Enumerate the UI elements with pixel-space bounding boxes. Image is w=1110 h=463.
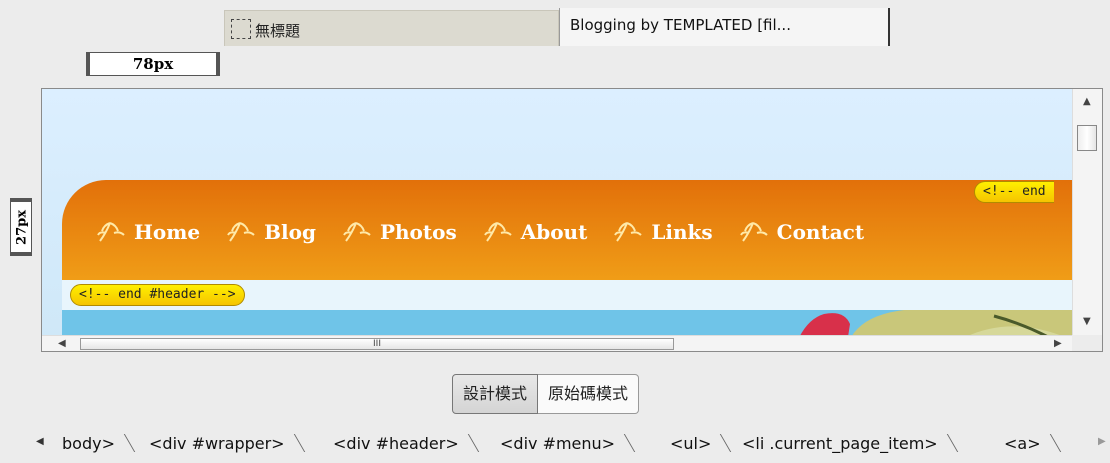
- tag-selector-bar: ◀ body> <div #wrapper> <div #header> <di…: [0, 424, 1110, 463]
- horizontal-scrollbar[interactable]: ◀ III ▶: [42, 335, 1072, 351]
- vertical-scrollbar[interactable]: ▲ ▼: [1072, 89, 1102, 337]
- scroll-down-icon[interactable]: ▼: [1083, 317, 1091, 327]
- menu-item-label: Photos: [379, 220, 457, 244]
- menu-item-label: Home: [134, 220, 201, 244]
- width-ruler-label: 78px: [86, 52, 220, 76]
- sprig-icon: [342, 221, 372, 243]
- design-mode-button[interactable]: 設計模式: [452, 374, 539, 414]
- menu-item-label: Blog: [264, 220, 316, 244]
- tab-label: Blogging by TEMPLATED [fil...: [570, 16, 791, 34]
- view-mode-switch: 設計模式 原始碼模式: [452, 374, 640, 414]
- site-menu: Home Blog Photos About Links Contact: [96, 220, 890, 244]
- tag-scroll-left-icon[interactable]: ◀: [36, 436, 44, 447]
- chevron-right-icon: [457, 434, 479, 452]
- crumb-label: <div #menu>: [500, 434, 616, 453]
- chevron-right-icon: [1039, 434, 1061, 452]
- end-comment-marker[interactable]: <!-- end: [974, 181, 1054, 203]
- header-end-comment-marker[interactable]: <!-- end #header -->: [70, 284, 245, 306]
- chevron-right-icon: [613, 434, 636, 452]
- scroll-up-icon[interactable]: ▲: [1083, 97, 1091, 107]
- height-ruler-text: 27px: [14, 210, 30, 245]
- menu-item-label: Links: [651, 220, 713, 244]
- chevron-right-icon: [283, 434, 305, 452]
- menu-item-about[interactable]: About: [483, 220, 588, 244]
- scroll-left-icon[interactable]: ◀: [58, 339, 66, 349]
- chevron-right-icon: [710, 434, 732, 452]
- panel-edge: [1104, 88, 1110, 352]
- crumb-label: <li .current_page_item>: [742, 434, 938, 453]
- menu-item-label: Contact: [776, 220, 865, 244]
- tag-scroll-right-icon[interactable]: ▶: [1098, 436, 1106, 447]
- document-tab-bar: 無標題 Blogging by TEMPLATED [fil...: [0, 0, 1110, 46]
- sprig-icon: [226, 221, 256, 243]
- tag-crumb-li[interactable]: <li .current_page_item>: [742, 432, 958, 456]
- menu-item-home[interactable]: Home: [96, 220, 200, 244]
- scroll-corner: [1072, 335, 1102, 351]
- crumb-label: body>: [62, 434, 115, 453]
- menu-item-blog[interactable]: Blog: [226, 220, 316, 244]
- source-mode-button[interactable]: 原始碼模式: [538, 374, 640, 414]
- chevron-right-icon: [113, 434, 136, 452]
- menu-item-contact[interactable]: Contact: [739, 220, 864, 244]
- tag-crumb-a[interactable]: <a>: [1004, 432, 1061, 456]
- height-ruler-label: 27px: [10, 198, 32, 256]
- crumb-label: <ul>: [670, 434, 712, 453]
- menu-item-label: About: [520, 220, 588, 244]
- page-canvas: Home Blog Photos About Links Contact <!-…: [42, 89, 1072, 337]
- tag-crumb-menu[interactable]: <div #menu>: [500, 432, 636, 456]
- sprig-icon: [483, 221, 513, 243]
- design-view[interactable]: Home Blog Photos About Links Contact <!-…: [41, 88, 1103, 352]
- site-header[interactable]: Home Blog Photos About Links Contact: [62, 180, 1072, 280]
- sprig-icon: [96, 221, 126, 243]
- tag-crumb-wrapper[interactable]: <div #wrapper>: [149, 432, 305, 456]
- tag-crumb-body[interactable]: body>: [62, 432, 136, 456]
- crumb-label: <div #header>: [333, 434, 459, 453]
- horizontal-scroll-thumb[interactable]: III: [80, 338, 674, 350]
- sprig-icon: [739, 221, 769, 243]
- menu-item-photos[interactable]: Photos: [342, 220, 457, 244]
- tag-crumb-header[interactable]: <div #header>: [333, 432, 479, 456]
- tab-label: 無標題: [255, 22, 301, 40]
- tab-untitled[interactable]: 無標題: [224, 10, 559, 46]
- chevron-right-icon: [936, 434, 958, 452]
- tab-blogging-templated[interactable]: Blogging by TEMPLATED [fil...: [559, 8, 890, 46]
- sprig-icon: [613, 221, 643, 243]
- tag-crumb-ul[interactable]: <ul>: [670, 432, 732, 456]
- scroll-right-icon[interactable]: ▶: [1054, 339, 1062, 349]
- vertical-scroll-thumb[interactable]: [1077, 125, 1097, 151]
- crumb-label: <div #wrapper>: [149, 434, 285, 453]
- menu-item-links[interactable]: Links: [613, 220, 713, 244]
- hero-fruit-image: [794, 310, 1072, 337]
- document-icon: [231, 19, 251, 39]
- crumb-label: <a>: [1004, 434, 1041, 453]
